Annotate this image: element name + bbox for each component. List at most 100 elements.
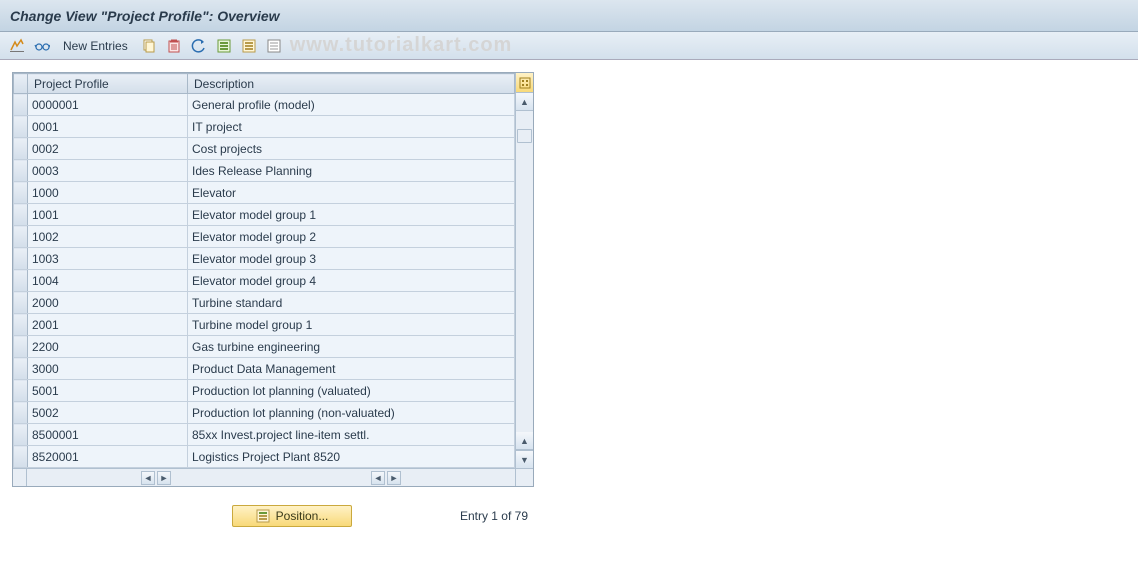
cell-description[interactable]: IT project	[188, 116, 515, 138]
cell-description[interactable]: Elevator model group 2	[188, 226, 515, 248]
content-area: Project Profile Description 0000001Gener…	[0, 60, 1138, 539]
table-row: 5002Production lot planning (non-valuate…	[14, 402, 515, 424]
cell-profile[interactable]: 8500001	[28, 424, 188, 446]
scroll-up-icon[interactable]: ▲	[516, 93, 533, 111]
new-entries-button[interactable]: New Entries	[56, 35, 135, 57]
scroll-track[interactable]	[516, 111, 533, 432]
cell-description[interactable]: Ides Release Planning	[188, 160, 515, 182]
table-row: 1003Elevator model group 3	[14, 248, 515, 270]
cell-profile[interactable]: 1000	[28, 182, 188, 204]
table-row: 0000001General profile (model)	[14, 94, 515, 116]
glasses-detail-icon[interactable]	[31, 35, 53, 57]
cell-profile[interactable]: 2001	[28, 314, 188, 336]
cell-profile[interactable]: 1001	[28, 204, 188, 226]
cell-profile[interactable]: 0000001	[28, 94, 188, 116]
cell-description[interactable]: Production lot planning (valuated)	[188, 380, 515, 402]
table-config-icon[interactable]	[516, 73, 533, 93]
row-selector[interactable]	[14, 314, 28, 336]
scroll-down-icon[interactable]: ▼	[516, 450, 533, 468]
cell-description[interactable]: Elevator model group 1	[188, 204, 515, 226]
vertical-scrollbar[interactable]: ▲ ▲ ▼	[515, 73, 533, 468]
row-selector[interactable]	[14, 424, 28, 446]
row-selector[interactable]	[14, 116, 28, 138]
cell-profile[interactable]: 1002	[28, 226, 188, 248]
cell-profile[interactable]: 0002	[28, 138, 188, 160]
cell-description[interactable]: Logistics Project Plant 8520	[188, 446, 515, 468]
cell-description[interactable]: Turbine model group 1	[188, 314, 515, 336]
delete-icon[interactable]	[163, 35, 185, 57]
table-row: 2200Gas turbine engineering	[14, 336, 515, 358]
entry-count-text: Entry 1 of 79	[460, 509, 528, 523]
cell-profile[interactable]: 5001	[28, 380, 188, 402]
scroll-thumb[interactable]	[517, 129, 532, 143]
position-icon	[256, 509, 270, 523]
table-header-row: Project Profile Description	[14, 74, 515, 94]
cell-profile[interactable]: 1003	[28, 248, 188, 270]
row-selector[interactable]	[14, 336, 28, 358]
table-row: 850000185xx Invest.project line-item set…	[14, 424, 515, 446]
table-row: 1001Elevator model group 1	[14, 204, 515, 226]
hscroll-right2-icon[interactable]: ►	[387, 471, 401, 485]
horizontal-scrollbar[interactable]: ◄ ► ◄ ►	[13, 468, 533, 486]
row-selector[interactable]	[14, 292, 28, 314]
row-selector[interactable]	[14, 380, 28, 402]
cell-description[interactable]: Turbine standard	[188, 292, 515, 314]
cell-profile[interactable]: 0001	[28, 116, 188, 138]
table-row: 0001IT project	[14, 116, 515, 138]
hscroll-right-icon[interactable]: ►	[157, 471, 171, 485]
cell-profile[interactable]: 8520001	[28, 446, 188, 468]
row-selector[interactable]	[14, 226, 28, 248]
row-selector[interactable]	[14, 94, 28, 116]
cell-description[interactable]: Cost projects	[188, 138, 515, 160]
row-selector[interactable]	[14, 446, 28, 468]
col-header-profile[interactable]: Project Profile	[28, 74, 188, 94]
cell-description[interactable]: Gas turbine engineering	[188, 336, 515, 358]
cell-description[interactable]: General profile (model)	[188, 94, 515, 116]
table-row: 1002Elevator model group 2	[14, 226, 515, 248]
title-bar: Change View "Project Profile": Overview	[0, 0, 1138, 32]
cell-description[interactable]: Elevator model group 4	[188, 270, 515, 292]
cell-profile[interactable]: 2200	[28, 336, 188, 358]
cell-profile[interactable]: 2000	[28, 292, 188, 314]
row-selector[interactable]	[14, 358, 28, 380]
copy-icon[interactable]	[138, 35, 160, 57]
row-selector[interactable]	[14, 138, 28, 160]
cell-description[interactable]: 85xx Invest.project line-item settl.	[188, 424, 515, 446]
row-selector[interactable]	[14, 160, 28, 182]
cell-description[interactable]: Product Data Management	[188, 358, 515, 380]
position-button-label: Position...	[276, 509, 329, 523]
hscroll-left-icon[interactable]: ◄	[141, 471, 155, 485]
hscroll-left2-icon[interactable]: ◄	[371, 471, 385, 485]
row-selector[interactable]	[14, 204, 28, 226]
cell-description[interactable]: Elevator model group 3	[188, 248, 515, 270]
table-row: 2000Turbine standard	[14, 292, 515, 314]
cell-description[interactable]: Production lot planning (non-valuated)	[188, 402, 515, 424]
cell-profile[interactable]: 3000	[28, 358, 188, 380]
row-selector[interactable]	[14, 248, 28, 270]
select-block-icon[interactable]	[238, 35, 260, 57]
table-row: 0003Ides Release Planning	[14, 160, 515, 182]
page-title: Change View "Project Profile": Overview	[10, 8, 280, 24]
row-selector[interactable]	[14, 270, 28, 292]
cell-description[interactable]: Elevator	[188, 182, 515, 204]
select-all-icon[interactable]	[213, 35, 235, 57]
footer-row: Position... Entry 1 of 79	[12, 505, 534, 527]
watermark-text: www.tutorialkart.com	[290, 34, 513, 57]
row-selector[interactable]	[14, 402, 28, 424]
row-selector[interactable]	[14, 182, 28, 204]
cell-profile[interactable]: 5002	[28, 402, 188, 424]
position-button[interactable]: Position...	[232, 505, 352, 527]
cell-profile[interactable]: 0003	[28, 160, 188, 182]
col-header-description[interactable]: Description	[188, 74, 515, 94]
table-row: 0002Cost projects	[14, 138, 515, 160]
undo-icon[interactable]	[188, 35, 210, 57]
cell-profile[interactable]: 1004	[28, 270, 188, 292]
project-profile-table: Project Profile Description 0000001Gener…	[13, 73, 515, 468]
table-row: 8520001Logistics Project Plant 8520	[14, 446, 515, 468]
toggle-view-icon[interactable]	[6, 35, 28, 57]
table-container: Project Profile Description 0000001Gener…	[12, 72, 534, 487]
scroll-up2-icon[interactable]: ▲	[516, 432, 533, 450]
table-row: 3000Product Data Management	[14, 358, 515, 380]
header-select-all[interactable]	[14, 74, 28, 94]
deselect-all-icon[interactable]	[263, 35, 285, 57]
